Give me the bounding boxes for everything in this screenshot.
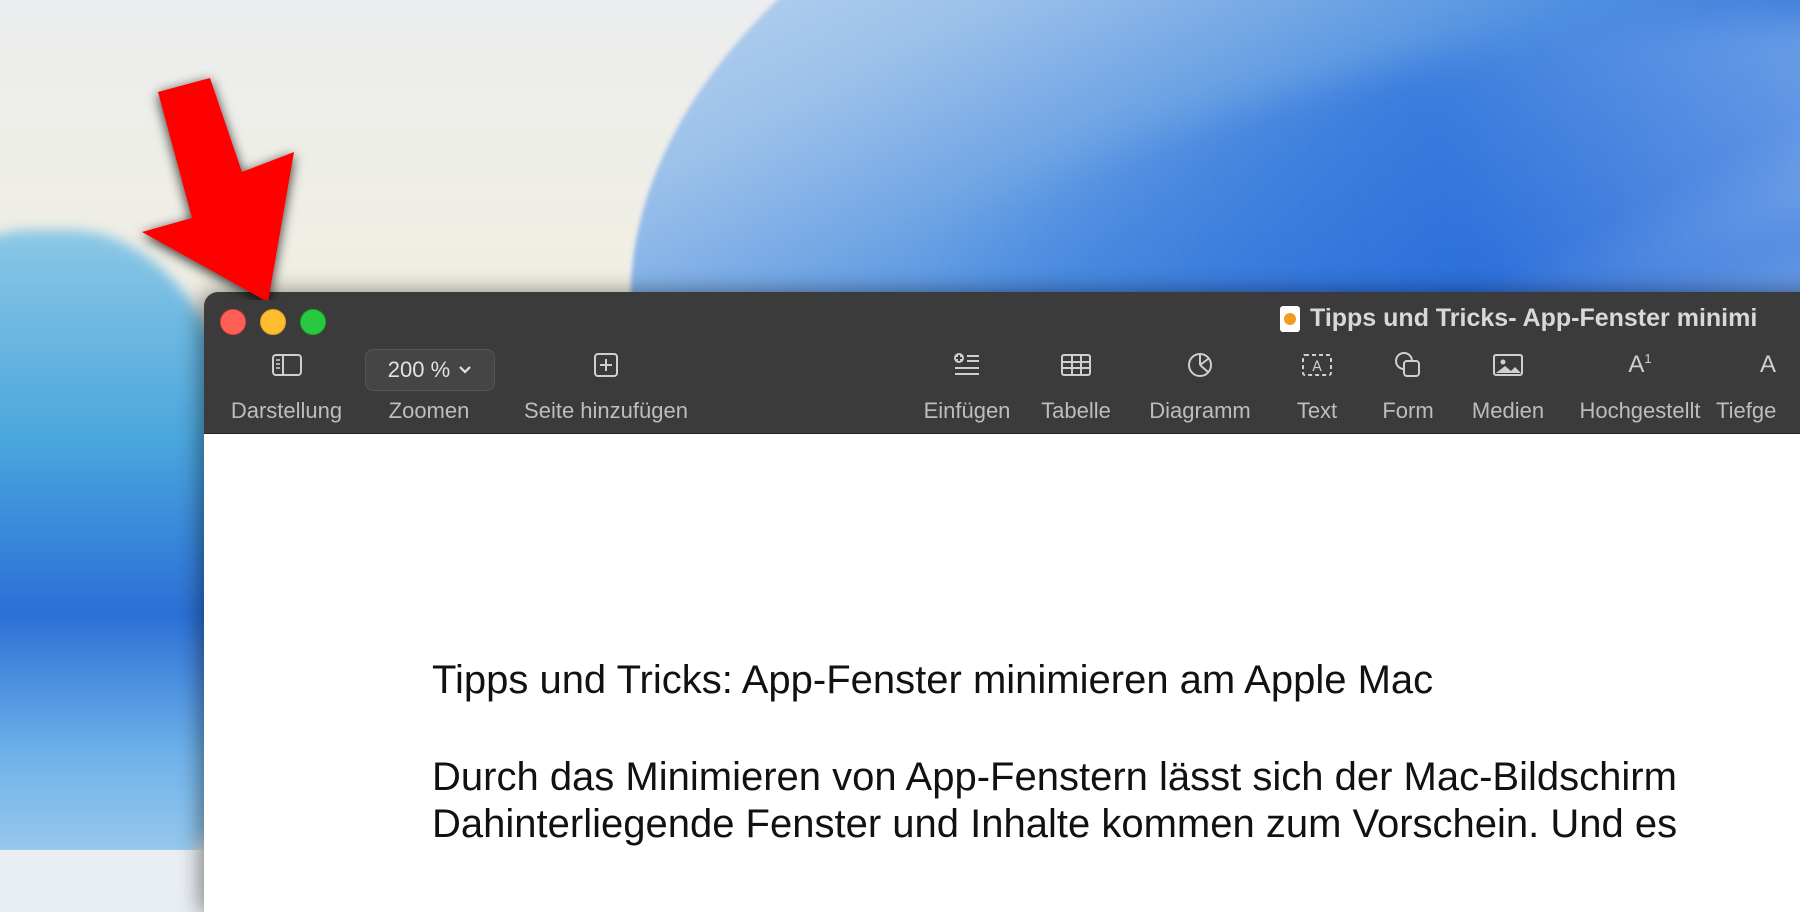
shape-button[interactable]: Form	[1373, 350, 1443, 424]
shape-label: Form	[1382, 398, 1434, 423]
table-button[interactable]: Tabelle	[1031, 350, 1121, 424]
table-label: Tabelle	[1041, 398, 1111, 423]
zoom-select[interactable]: 200 %	[365, 349, 495, 391]
window-title: Tipps und Tricks- App-Fenster minimi	[1310, 304, 1758, 332]
red-arrow-annotation	[142, 78, 294, 300]
close-button[interactable]	[220, 309, 246, 335]
superscript-icon-sup: 1	[1644, 351, 1652, 366]
text-label: Text	[1296, 398, 1338, 423]
pie-chart-icon	[1186, 350, 1214, 380]
paragraph-line: Dahinterliegende Fenster und Inhalte kom…	[432, 802, 1678, 846]
zoom-label: Zoomen	[388, 398, 470, 423]
zoom-value: 200 %	[387, 357, 451, 382]
document-paragraph: Durch das Minimieren von App-Fenstern lä…	[432, 754, 1677, 848]
sidebar-icon	[271, 350, 303, 380]
view-label: Darstellung	[230, 398, 343, 423]
minimize-button[interactable]	[260, 309, 286, 335]
window-title-bar: Tipps und Tricks- App-Fenster minimi	[1280, 304, 1757, 333]
add-page-icon	[592, 350, 620, 380]
add-page-label: Seite hinzufügen	[524, 398, 688, 423]
chart-button[interactable]: Diagramm	[1135, 350, 1265, 424]
superscript-button[interactable]: A1 Hochgestellt	[1572, 350, 1708, 424]
photo-icon	[1492, 350, 1524, 380]
media-label: Medien	[1471, 398, 1545, 423]
superscript-label: Hochgestellt	[1579, 398, 1701, 423]
media-button[interactable]: Medien	[1466, 350, 1550, 424]
toolbar: Tipps und Tricks- App-Fenster minimi Dar…	[204, 292, 1800, 434]
superscript-icon: A1	[1628, 350, 1651, 380]
insert-button[interactable]: Einfügen	[917, 350, 1017, 424]
document-canvas[interactable]: Tipps und Tricks: App-Fenster minimieren…	[204, 434, 1800, 912]
view-button[interactable]: Darstellung	[224, 350, 349, 424]
superscript-icon-text: A	[1628, 351, 1645, 378]
subscript-label: Tiefge	[1716, 398, 1777, 423]
shape-icon	[1393, 350, 1423, 380]
pages-document-icon	[1280, 305, 1300, 332]
fullscreen-button[interactable]	[300, 309, 326, 335]
svg-text:A: A	[1312, 359, 1322, 375]
table-icon	[1060, 350, 1092, 380]
add-page-button[interactable]: Seite hinzufügen	[516, 350, 696, 424]
subscript-icon-text: A	[1760, 351, 1777, 378]
text-box-icon: A	[1301, 350, 1333, 380]
document-title: Tipps und Tricks: App-Fenster minimieren…	[432, 658, 1434, 702]
insert-list-icon	[952, 350, 982, 380]
pages-window: Tipps und Tricks- App-Fenster minimi Dar…	[204, 292, 1800, 912]
chevron-down-icon	[459, 366, 471, 374]
subscript-button[interactable]: A Tiefge	[1716, 350, 1800, 424]
chart-label: Diagramm	[1149, 398, 1251, 423]
insert-label: Einfügen	[923, 398, 1011, 423]
subscript-icon: A	[1716, 350, 1776, 380]
text-button[interactable]: A Text	[1282, 350, 1352, 424]
paragraph-line: Durch das Minimieren von App-Fenstern lä…	[432, 755, 1677, 799]
